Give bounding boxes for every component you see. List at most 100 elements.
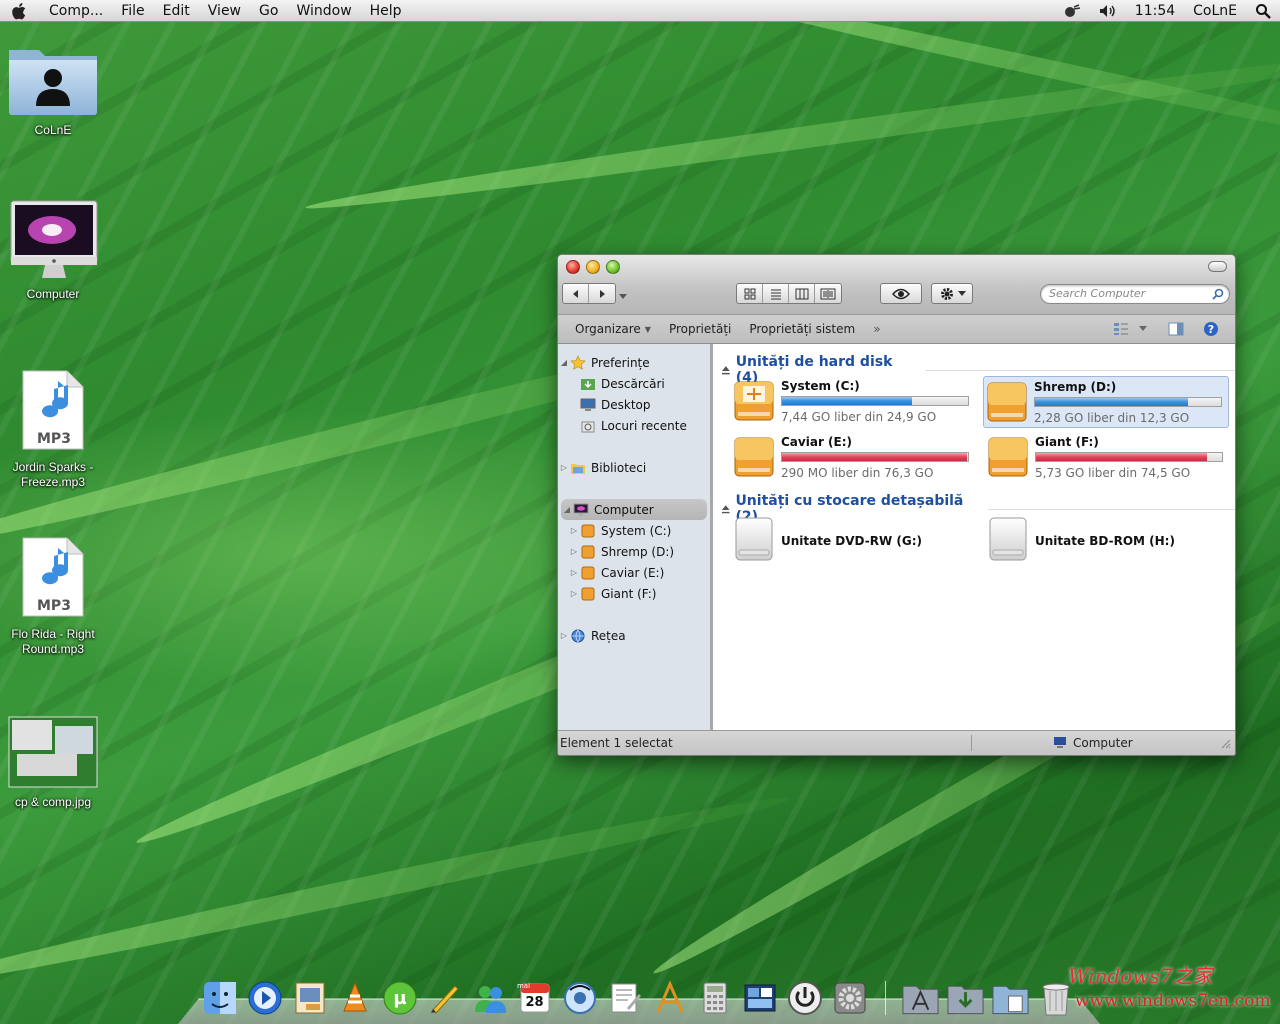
window-titlebar[interactable]: Search Computer (558, 255, 1235, 315)
expanded-arrow-icon[interactable]: ◢ (558, 358, 570, 367)
coverflow-view-button[interactable] (815, 284, 841, 303)
menu-window[interactable]: Window (287, 0, 360, 22)
sidebar-item-computer[interactable]: ◢ Computer (561, 499, 707, 520)
sidebar-item-libraries[interactable]: ▷ Biblioteci (558, 457, 710, 478)
sidebar-item-recent[interactable]: Locuri recente (558, 415, 710, 436)
section-divider (987, 508, 1235, 510)
collapsed-arrow-icon[interactable]: ▷ (558, 463, 570, 472)
collapsed-arrow-icon[interactable]: ▷ (568, 568, 580, 577)
volume-icon[interactable] (1090, 0, 1126, 22)
desktop-icon-label: Flo Rida - Right Round.mp3 (11, 627, 95, 656)
quick-look-button[interactable] (880, 283, 922, 304)
vlc-icon[interactable] (335, 978, 374, 1018)
settings-icon[interactable] (830, 978, 869, 1018)
apple-icon[interactable] (0, 0, 40, 22)
spotlight-search-icon[interactable] (1246, 0, 1280, 22)
desktop-icon (580, 398, 596, 412)
user-name[interactable]: CoLnE (1184, 0, 1246, 22)
power-icon[interactable] (785, 978, 824, 1018)
downloads-icon[interactable] (946, 978, 985, 1018)
documents-icon[interactable] (991, 978, 1030, 1018)
more-commands-button[interactable]: » (864, 322, 889, 336)
list-view-button[interactable] (763, 284, 789, 303)
desktop-icon-user-folder[interactable]: CoLnE (3, 40, 103, 138)
forward-button[interactable] (589, 284, 615, 303)
drive-tile-f[interactable]: Giant (F:) 5,73 GO liber din 74,5 GO (985, 432, 1231, 484)
hard-drive-icon (987, 382, 1027, 422)
menu-file[interactable]: File (112, 0, 153, 22)
preview-icon[interactable] (290, 978, 329, 1018)
desktop-icon-mp3-freeze[interactable]: MP3 Jordin Sparks - Freeze.mp3 (3, 369, 103, 490)
drive-icon (580, 587, 596, 601)
close-button[interactable] (566, 260, 580, 274)
properties-button[interactable]: Proprietăți (660, 322, 740, 336)
font-icon[interactable] (650, 978, 689, 1018)
icon-view-button[interactable] (737, 284, 763, 303)
finder-icon[interactable] (200, 978, 239, 1018)
utorrent-icon[interactable]: µ (380, 978, 419, 1018)
history-dropdown-icon[interactable] (619, 289, 627, 303)
sidebar-item-network[interactable]: ▷ Rețea (558, 625, 710, 646)
desktop-icon-computer[interactable]: Computer (3, 200, 103, 302)
drive-name: Unitate BD-ROM (H:) (1035, 534, 1175, 548)
view-options-icon (1114, 323, 1128, 335)
sidebar-item-drive-e[interactable]: ▷ Caviar (E:) (558, 562, 710, 583)
collapsed-arrow-icon[interactable]: ▷ (568, 589, 580, 598)
sidebar-label: Locuri recente (601, 418, 687, 433)
desktop-icon-jpg[interactable]: cp & comp.jpg (3, 716, 103, 810)
back-button[interactable] (563, 284, 589, 303)
change-view-button[interactable] (1113, 322, 1147, 336)
collapsed-arrow-icon[interactable]: ▷ (568, 526, 580, 535)
recent-places-icon (580, 419, 596, 433)
calendar-icon[interactable]: mai 28 (515, 978, 554, 1018)
sidebar-label: Caviar (E:) (601, 565, 665, 580)
sidebar-label: Descărcări (601, 376, 665, 391)
toolbar-toggle-button[interactable] (1208, 261, 1227, 272)
minimize-button[interactable] (586, 260, 600, 274)
drive-usage-bar (1035, 452, 1223, 462)
drive-name: Caviar (E:) (781, 435, 852, 449)
quicktime-icon[interactable] (245, 978, 284, 1018)
drive-tile-d[interactable]: Shremp (D:) 2,28 GO liber din 12,3 GO (983, 376, 1229, 428)
expanded-arrow-icon[interactable]: ◢ (561, 505, 573, 514)
action-menu-button[interactable] (931, 283, 973, 304)
itunes-icon[interactable] (560, 978, 599, 1018)
column-view-button[interactable] (789, 284, 815, 303)
collapsed-arrow-icon[interactable]: ▷ (558, 631, 570, 640)
menu-app[interactable]: Comp... (40, 0, 112, 22)
sidebar-item-favorites[interactable]: ◢ Preferințe (558, 352, 710, 373)
menu-view[interactable]: View (199, 0, 250, 22)
zoom-button[interactable] (606, 260, 620, 274)
drive-tile-e[interactable]: Caviar (E:) 290 MO liber din 76,3 GO (731, 432, 977, 484)
messenger-icon[interactable] (470, 978, 509, 1018)
calculator-icon[interactable] (695, 978, 734, 1018)
organize-button[interactable]: Organizare ▼ (566, 322, 660, 336)
sidebar-item-downloads[interactable]: Descărcări (558, 373, 710, 394)
resize-grip-icon[interactable] (1219, 737, 1231, 752)
help-button[interactable]: ? (1203, 321, 1219, 340)
search-input[interactable]: Search Computer (1040, 284, 1230, 304)
sidebar-item-drive-f[interactable]: ▷ Giant (F:) (558, 583, 710, 604)
desktop-icon-mp3-right-round[interactable]: MP3 Flo Rida - Right Round.mp3 (3, 536, 103, 657)
dashboard-icon[interactable] (740, 978, 779, 1018)
preview-pane-button[interactable] (1168, 322, 1184, 339)
sidebar-label: Rețea (591, 628, 626, 643)
drive-free-space: 7,44 GO liber din 24,9 GO (781, 410, 937, 424)
sidebar-item-desktop[interactable]: Desktop (558, 394, 710, 415)
drive-tile-dvd[interactable]: Unitate DVD-RW (G:) (731, 514, 977, 566)
drive-tile-c[interactable]: System (C:) 7,44 GO liber din 24,9 GO (731, 376, 977, 428)
system-properties-button[interactable]: Proprietăți sistem (740, 322, 864, 336)
menu-help[interactable]: Help (361, 0, 411, 22)
menu-go[interactable]: Go (250, 0, 287, 22)
sidebar-item-drive-c[interactable]: ▷ System (C:) (558, 520, 710, 541)
menu-edit[interactable]: Edit (154, 0, 199, 22)
dock-separator (875, 978, 895, 1018)
bluetooth-icon[interactable] (1054, 0, 1090, 22)
drive-tile-bd[interactable]: Unitate BD-ROM (H:) (985, 514, 1231, 566)
pen-icon[interactable] (425, 978, 464, 1018)
applications-icon[interactable] (901, 978, 940, 1018)
clock[interactable]: 11:54 (1126, 0, 1184, 22)
sidebar-item-drive-d[interactable]: ▷ Shremp (D:) (558, 541, 710, 562)
collapsed-arrow-icon[interactable]: ▷ (568, 547, 580, 556)
textedit-icon[interactable] (605, 978, 644, 1018)
